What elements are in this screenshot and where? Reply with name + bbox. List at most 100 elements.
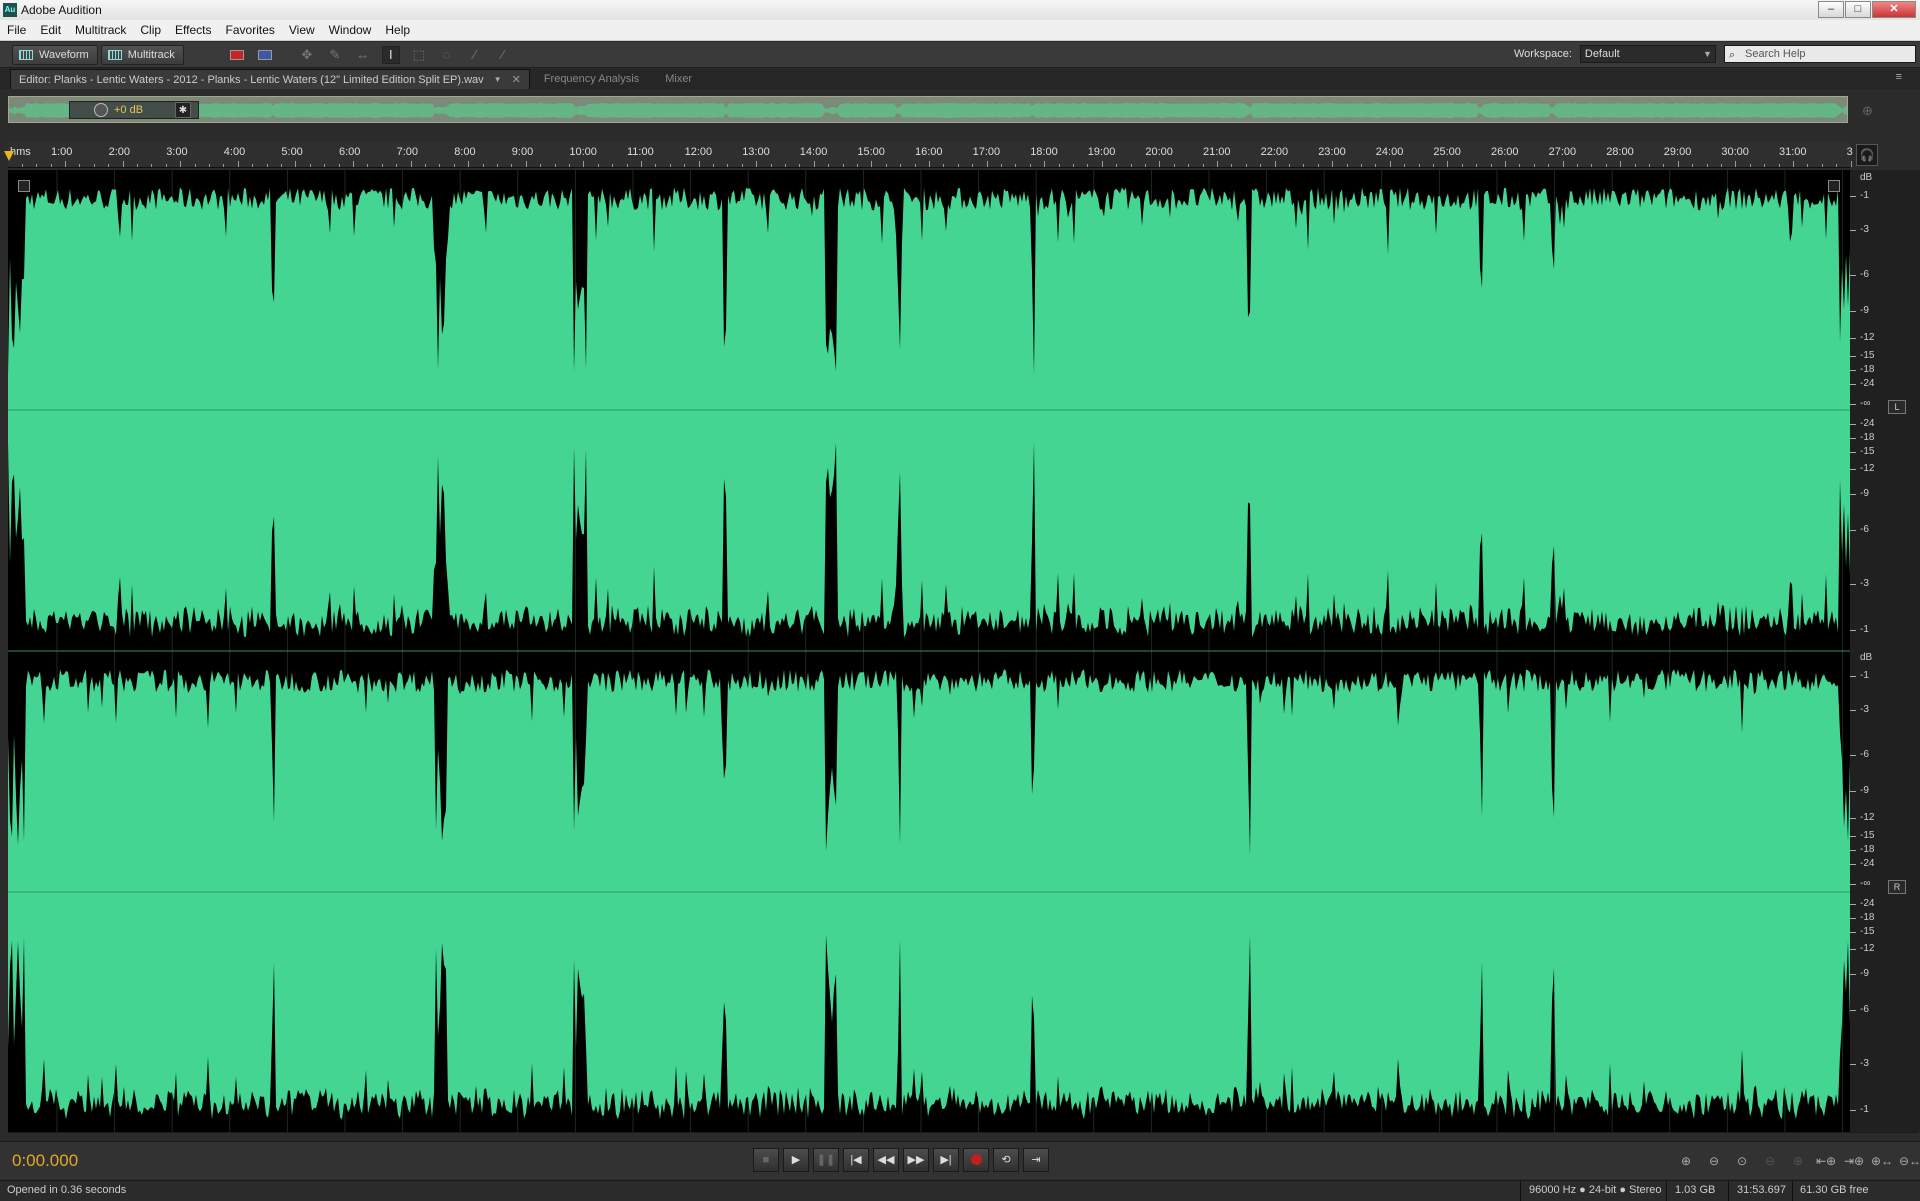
file-dropdown-icon[interactable]: ▼ bbox=[494, 70, 502, 90]
multitrack-view-button[interactable]: Multitrack bbox=[100, 44, 184, 65]
ruler-minor-tick bbox=[900, 164, 902, 167]
paintbrush-selection-tool-icon[interactable]: ⁄ bbox=[466, 46, 484, 64]
db-tick-mark bbox=[1850, 494, 1856, 495]
search-help-input[interactable]: ⌕ Search Help bbox=[1724, 45, 1916, 63]
amplitude-scale: dB -1 -3 -6 -9 -12 -15 -18 -24 -∞ -24 -18 -15 -12 -9 -6… bbox=[1850, 170, 1920, 1132]
db-tick-mark bbox=[1850, 230, 1856, 231]
ruler-minor-tick bbox=[324, 164, 326, 167]
time-ruler[interactable]: hms 1:00 2:00 3:00 4:00 5:00 6:00 7:00 8:00 9:00… bbox=[4, 143, 1853, 168]
razor-tool-icon[interactable]: ✎ bbox=[326, 46, 344, 64]
tab-frequency-analysis[interactable]: Frequency Analysis bbox=[536, 69, 647, 89]
ruler-minor-tick bbox=[1749, 164, 1751, 167]
current-time-display[interactable]: 0:00.000 bbox=[12, 1151, 78, 1171]
db-scale-label: -9 bbox=[1860, 968, 1869, 979]
transport-panel: 0:00.000 ■ ▶ ❚❚ |◀ ◀◀ ▶▶ ▶| ⟲ ⇥ ⊕ ⊖ ⊙ ⊖ … bbox=[0, 1141, 1920, 1179]
zoom-full-icon[interactable]: ⊙ bbox=[1728, 1150, 1756, 1172]
maximize-button[interactable]: □ bbox=[1845, 1, 1871, 18]
close-file-icon[interactable]: ✕ bbox=[512, 70, 521, 90]
tab-editor[interactable]: Editor: Planks - Lentic Waters - 2012 - … bbox=[10, 69, 530, 89]
ruler-minor-tick bbox=[50, 164, 52, 167]
zoom-in-amplitude-icon[interactable]: ⊕ bbox=[1672, 1150, 1700, 1172]
pin-hud-icon[interactable]: ✱ bbox=[175, 102, 191, 118]
rewind-button[interactable]: ◀◀ bbox=[873, 1148, 899, 1172]
db-scale-label: -1 bbox=[1860, 670, 1869, 681]
file-size: 1.03 GB bbox=[1675, 1184, 1716, 1196]
play-button[interactable]: ▶ bbox=[783, 1148, 809, 1172]
move-tool-icon[interactable]: ✥ bbox=[298, 46, 316, 64]
stop-button[interactable]: ■ bbox=[753, 1148, 779, 1172]
ruler-minor-tick bbox=[1836, 164, 1838, 167]
menu-view[interactable]: View bbox=[282, 20, 322, 41]
zoom-out-amplitude-icon[interactable]: ⊖ bbox=[1700, 1150, 1728, 1172]
menu-window[interactable]: Window bbox=[322, 20, 379, 41]
db-scale-label: -1 bbox=[1860, 1104, 1869, 1115]
free-disk-space: 61.30 GB free bbox=[1800, 1184, 1869, 1196]
menu-multitrack[interactable]: Multitrack bbox=[68, 20, 133, 41]
spectral-pitch-display-icon[interactable] bbox=[256, 46, 274, 64]
workspace-dropdown[interactable]: Default ▼ bbox=[1579, 45, 1716, 63]
ruler-minor-tick bbox=[252, 164, 254, 167]
ruler-tick-mark bbox=[756, 161, 758, 167]
ruler-minor-tick bbox=[1145, 164, 1146, 167]
minimize-button[interactable]: – bbox=[1818, 1, 1844, 18]
playhead-marker[interactable] bbox=[4, 151, 14, 161]
skip-selection-button[interactable]: ⇥ bbox=[1023, 1148, 1049, 1172]
ruler-tick-label: 12:00 bbox=[684, 146, 713, 158]
ruler-minor-tick bbox=[741, 164, 743, 167]
menu-effects[interactable]: Effects bbox=[168, 20, 218, 41]
ruler-minor-tick bbox=[1058, 164, 1060, 167]
menu-help[interactable]: Help bbox=[378, 20, 417, 41]
zoom-to-selection-icon[interactable]: ⊕ bbox=[1862, 103, 1873, 119]
tab-mixer[interactable]: Mixer bbox=[657, 69, 700, 89]
ruler-minor-tick bbox=[1303, 164, 1305, 167]
waveform-view-button[interactable]: Waveform bbox=[12, 44, 98, 65]
waveform-overview[interactable]: +0 dB ✱ bbox=[8, 96, 1848, 123]
lasso-selection-tool-icon[interactable]: ◌ bbox=[438, 46, 456, 64]
db-tick-mark bbox=[1850, 710, 1856, 711]
spot-healing-brush-icon[interactable]: ⁄ bbox=[494, 46, 512, 64]
menu-file[interactable]: File bbox=[0, 20, 33, 41]
record-button[interactable] bbox=[963, 1148, 989, 1172]
db-tick-mark bbox=[1850, 196, 1856, 197]
zoom-out-full-icon[interactable]: ⊖↔ bbox=[1896, 1150, 1920, 1172]
spectral-frequency-display-icon[interactable] bbox=[228, 46, 246, 64]
ruler-minor-tick bbox=[1202, 164, 1204, 167]
left-channel-waveform bbox=[8, 187, 1850, 638]
zoom-in-time-icon[interactable]: ⊕ bbox=[1784, 1150, 1812, 1172]
ruler-tick-mark bbox=[871, 161, 873, 167]
ruler-tick-mark bbox=[1447, 161, 1449, 167]
db-tick-mark bbox=[1850, 370, 1856, 371]
db-scale-label: -24 bbox=[1860, 378, 1875, 389]
marquee-selection-tool-icon[interactable]: ⬚ bbox=[410, 46, 428, 64]
ruler-minor-tick bbox=[1461, 164, 1463, 167]
db-scale-label: -12 bbox=[1860, 463, 1875, 474]
menu-favorites[interactable]: Favorites bbox=[219, 20, 282, 41]
channel-toggle-icon[interactable] bbox=[1828, 180, 1840, 192]
zoom-to-selection-icon[interactable]: ⊕↔ bbox=[1868, 1150, 1896, 1172]
close-button[interactable]: ✕ bbox=[1872, 1, 1916, 18]
zoom-in-at-start-icon[interactable]: ⇤⊕ bbox=[1812, 1150, 1840, 1172]
zoom-out-time-icon[interactable]: ⊖ bbox=[1756, 1150, 1784, 1172]
ruler-minor-tick bbox=[425, 164, 426, 167]
menu-clip[interactable]: Clip bbox=[133, 20, 168, 41]
waveform-display[interactable] bbox=[8, 170, 1850, 1132]
zoom-in-at-end-icon[interactable]: ⇥⊕ bbox=[1840, 1150, 1868, 1172]
gain-knob-icon[interactable] bbox=[94, 103, 108, 117]
ruler-tick-mark bbox=[1101, 161, 1103, 167]
previous-button[interactable]: |◀ bbox=[843, 1148, 869, 1172]
next-button[interactable]: ▶| bbox=[933, 1148, 959, 1172]
slip-tool-icon[interactable]: ↔ bbox=[354, 46, 372, 64]
channel-toggle-icon[interactable] bbox=[18, 180, 30, 192]
headphones-icon[interactable]: 🎧 bbox=[1856, 144, 1878, 166]
panel-menu-icon[interactable]: ≡ bbox=[1896, 71, 1902, 83]
ruler-minor-tick bbox=[1375, 164, 1377, 167]
loop-playback-button[interactable]: ⟲ bbox=[993, 1148, 1019, 1172]
pause-button[interactable]: ❚❚ bbox=[813, 1148, 839, 1172]
right-channel-badge[interactable]: R bbox=[1888, 880, 1906, 894]
horizontal-scrollbar[interactable] bbox=[8, 1132, 1918, 1140]
fast-forward-button[interactable]: ▶▶ bbox=[903, 1148, 929, 1172]
menu-edit[interactable]: Edit bbox=[33, 20, 68, 41]
left-channel-badge[interactable]: L bbox=[1888, 400, 1906, 414]
time-selection-tool-icon[interactable]: I bbox=[381, 45, 400, 64]
waveform-view-label: Waveform bbox=[39, 48, 89, 61]
